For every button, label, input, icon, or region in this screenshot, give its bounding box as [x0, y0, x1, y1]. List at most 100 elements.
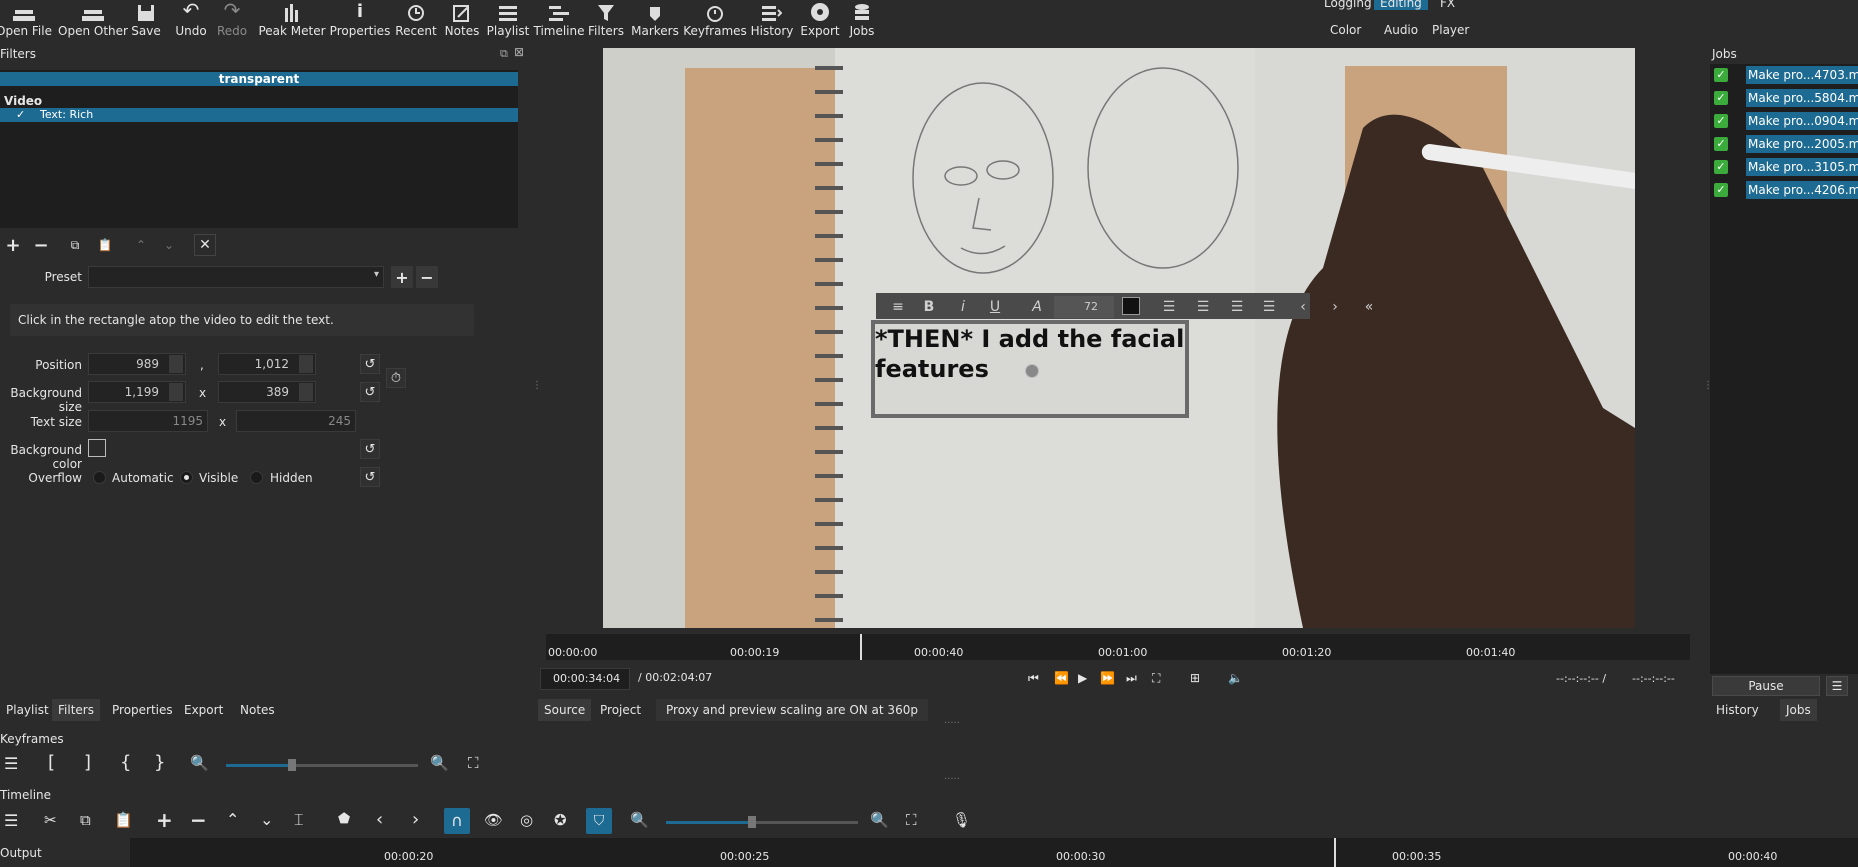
layout-logging[interactable]: Logging — [1324, 0, 1372, 10]
move-down-button[interactable]: ⌄ — [158, 234, 180, 256]
reset-bg-color-button[interactable]: ↺ — [360, 439, 380, 459]
delete-preset-button[interactable]: − — [416, 266, 438, 288]
copy-filter-button[interactable]: ⧉ — [64, 234, 86, 256]
prev-marker-button[interactable]: ‹ — [376, 809, 383, 830]
tab-notes[interactable]: Notes — [234, 699, 281, 721]
tab-export[interactable]: Export — [178, 699, 229, 721]
background-width-input[interactable]: 1,199 — [88, 381, 186, 403]
position-y-input[interactable]: 1,012 — [218, 353, 316, 375]
jobs-button[interactable]: Jobs — [848, 0, 876, 40]
filter-out-button[interactable]: } — [154, 752, 165, 773]
tab-filters[interactable]: Filters — [52, 699, 100, 721]
move-up-button[interactable]: ⌃ — [130, 234, 152, 256]
filter-enabled-checkbox[interactable]: ✓ — [16, 108, 25, 121]
background-height-input[interactable]: 389 — [218, 381, 316, 403]
split-button[interactable]: ⌶ — [294, 810, 304, 830]
zoom-out-icon[interactable]: 🔍 — [630, 811, 649, 829]
copy-button[interactable]: ⧉ — [80, 811, 91, 829]
save-button[interactable]: Save — [131, 0, 161, 40]
video-preview[interactable]: *THEN* I add the facial features — [603, 48, 1635, 628]
zoom-fit-icon[interactable]: ⛶ — [468, 754, 479, 772]
align-left-button[interactable]: ☰ — [1158, 296, 1180, 318]
play-button[interactable]: ▶ — [1078, 671, 1087, 685]
export-button[interactable]: Export — [800, 0, 840, 40]
zoom-fit-icon[interactable]: ⛶ — [906, 811, 917, 829]
next-marker-button[interactable]: › — [412, 809, 419, 830]
reset-overflow-button[interactable]: ↺ — [360, 467, 380, 487]
peak-meter-button[interactable]: Peak Meter — [258, 0, 326, 40]
volume-button[interactable]: 🔈 — [1228, 671, 1243, 685]
reset-size-button[interactable]: ↺ — [360, 382, 380, 402]
splitter-handle[interactable]: ····· — [944, 718, 960, 729]
font-button[interactable]: A — [1026, 296, 1048, 318]
tab-jobs[interactable]: Jobs — [1780, 699, 1817, 721]
paste-button[interactable]: 📋 — [114, 811, 133, 829]
layout-color[interactable]: Color — [1330, 23, 1361, 37]
deselect-filter-button[interactable]: ✕ — [194, 234, 216, 256]
tab-properties[interactable]: Properties — [106, 699, 179, 721]
text-rectangle[interactable]: *THEN* I add the facial features — [871, 320, 1189, 418]
filters-button[interactable]: Filters — [588, 0, 624, 40]
filter-row-text-rich[interactable]: ✓ Text: Rich — [0, 108, 518, 122]
playhead[interactable] — [860, 634, 862, 660]
align-center-button[interactable]: ☰ — [1192, 296, 1214, 318]
text-color-swatch[interactable] — [1122, 297, 1140, 315]
jobs-menu-button[interactable]: ☰ — [1826, 676, 1848, 696]
panel-close-icon[interactable]: ⊠ — [514, 45, 524, 59]
output-track-header[interactable]: Output — [0, 838, 130, 867]
ripple-all-toggle[interactable]: ✪ — [554, 811, 567, 829]
add-marker-button[interactable]: ⬟ — [338, 811, 350, 827]
layout-editing[interactable]: Editing — [1374, 0, 1428, 10]
splitter-handle[interactable]: ⋮ — [1703, 380, 1713, 391]
italic-button[interactable]: i — [952, 296, 974, 318]
rewind-button[interactable]: ⏪ — [1054, 671, 1069, 685]
background-color-swatch[interactable] — [88, 439, 106, 457]
position-x-input[interactable]: 989 — [88, 353, 186, 375]
align-right-button[interactable]: ☰ — [1226, 296, 1248, 318]
markers-button[interactable]: Markers — [631, 0, 679, 40]
tab-source[interactable]: Source — [538, 699, 592, 721]
timeline-menu-button[interactable]: ☰ — [4, 811, 18, 830]
add-filter-button[interactable]: + — [2, 234, 24, 256]
slider-handle[interactable] — [748, 816, 756, 828]
ripple-toggle[interactable]: ◎ — [520, 811, 533, 829]
pause-jobs-button[interactable]: Pause — [1712, 676, 1820, 696]
zoom-in-icon[interactable]: 🔍 — [870, 811, 889, 829]
job-item[interactable]: Make pro...4206.mp4 — [1746, 181, 1858, 199]
current-time-input[interactable]: 00:00:34:04 — [540, 668, 630, 690]
remove-filter-button[interactable]: − — [30, 234, 52, 256]
open-other-button[interactable]: Open Other — [58, 0, 128, 40]
keyframe-toggle-button[interactable]: ⏱ — [386, 368, 406, 388]
font-size-input[interactable]: 72 — [1054, 296, 1114, 318]
splitter-handle[interactable]: ⋮ — [532, 380, 542, 391]
layout-fx[interactable]: FX — [1440, 0, 1455, 10]
overflow-visible-radio[interactable] — [180, 471, 193, 484]
job-item[interactable]: Make pro...0904.mp4 — [1746, 112, 1858, 130]
save-preset-button[interactable]: + — [391, 266, 413, 288]
zoom-in-icon[interactable]: 🔍 — [430, 754, 449, 772]
layout-audio[interactable]: Audio — [1384, 23, 1418, 37]
job-item[interactable]: Make pro...5804.mp4 — [1746, 89, 1858, 107]
overwrite-button[interactable]: ⌄ — [260, 810, 273, 829]
keyframes-zoom-slider[interactable] — [226, 759, 418, 771]
zoom-out-icon[interactable]: 🔍 — [190, 754, 209, 772]
keyframes-button[interactable]: Keyframes — [683, 0, 747, 40]
lift-button[interactable]: ⌃ — [226, 810, 239, 829]
job-item[interactable]: Make pro...2005.mp4 — [1746, 135, 1858, 153]
preset-dropdown[interactable]: ▾ — [88, 266, 384, 288]
overflow-automatic-radio[interactable] — [93, 471, 106, 484]
job-item[interactable]: Make pro...3105.mp4 — [1746, 158, 1858, 176]
grid-button[interactable]: ⊞ — [1190, 671, 1200, 685]
timeline-ruler[interactable]: 00:00:20 00:00:25 00:00:30 00:00:35 00:0… — [130, 838, 1858, 867]
spin-buttons[interactable] — [299, 355, 313, 373]
append-button[interactable]: + — [156, 808, 173, 832]
snap-toggle[interactable]: ∩ — [444, 808, 470, 834]
ripple-markers-toggle[interactable]: ⛉ — [586, 808, 612, 834]
spin-buttons[interactable] — [169, 355, 183, 373]
record-audio-button[interactable]: 🎙 — [952, 811, 971, 829]
panel-float-icon[interactable]: ⧉ — [500, 47, 508, 61]
paste-filter-button[interactable]: 📋 — [94, 234, 116, 256]
zoom-fit-button[interactable]: ⛶ — [1152, 671, 1160, 686]
text-move-handle[interactable] — [1025, 364, 1039, 378]
open-file-button[interactable]: Open File — [0, 0, 52, 40]
